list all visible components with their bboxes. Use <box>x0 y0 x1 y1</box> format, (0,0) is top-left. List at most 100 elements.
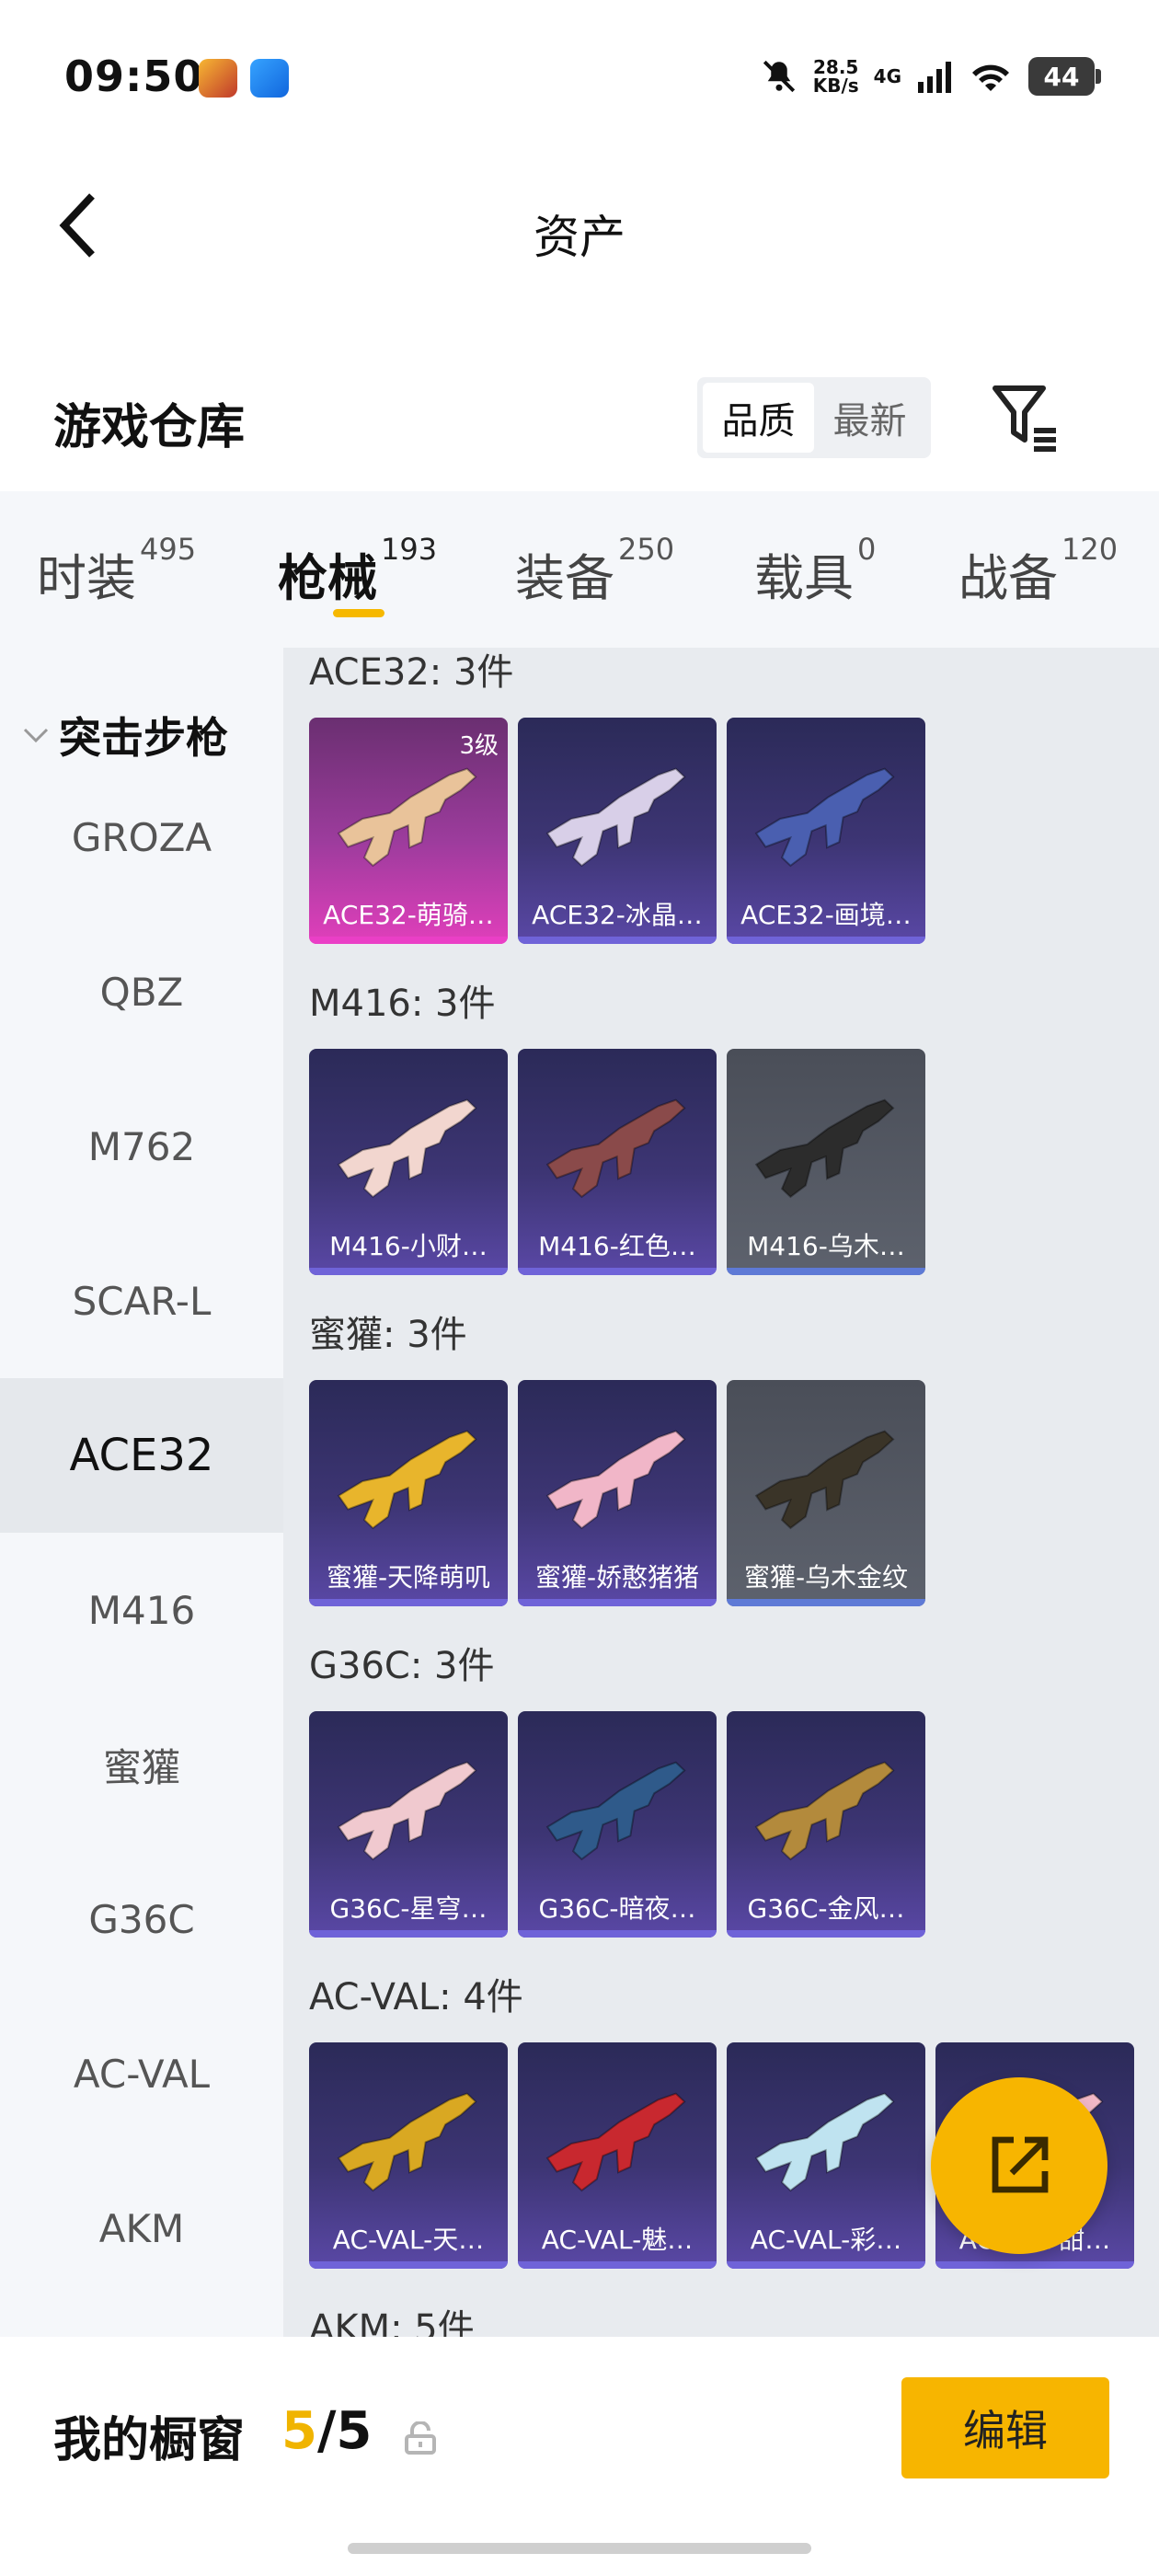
section-title-honey-badger: 蜜獾: 3件 <box>309 1314 467 1356</box>
sidebar-group-label: 突击步枪 <box>59 713 228 763</box>
rarity-strip <box>727 1930 925 1938</box>
sidebar-group-assault-rifles[interactable]: 突击步枪 <box>22 705 228 765</box>
sidebar-item-scar-l[interactable]: SCAR-L <box>0 1224 283 1378</box>
weapon-card-label: G36C-星穹… <box>329 1893 488 1924</box>
weapon-card[interactable]: M416-乌木… <box>727 1049 925 1275</box>
status-bar: 09:50 28.5 KB/s 4G 44 <box>0 0 1159 156</box>
network-speed-value: 28.5 <box>813 56 859 78</box>
sidebar-item-ace32[interactable]: ACE32 <box>0 1378 283 1533</box>
showcase-separator: / <box>316 2401 337 2461</box>
tab-supplies[interactable]: 战备 120 <box>958 532 1118 610</box>
section-title-ac-val: AC-VAL: 4件 <box>309 1976 523 2018</box>
tab-equipment-label: 装备 <box>515 549 614 607</box>
rifle-icon <box>545 767 686 868</box>
tab-equipment-count: 250 <box>618 532 675 567</box>
weapon-card[interactable]: ACE32-画境… <box>727 718 925 944</box>
tab-outfits-count: 495 <box>140 532 197 567</box>
weapon-card[interactable]: 蜜獾-乌木金纹 <box>727 1380 925 1606</box>
rifle-icon <box>754 1430 895 1530</box>
weapon-card[interactable]: G36C-暗夜… <box>518 1711 717 1938</box>
weapon-card-label: G36C-暗夜… <box>538 1893 696 1924</box>
tab-vehicles[interactable]: 载具 0 <box>754 532 876 610</box>
tab-supplies-count: 120 <box>1061 532 1119 567</box>
rarity-strip <box>309 1599 508 1606</box>
weapon-card[interactable]: ACE32-冰晶… <box>518 718 717 944</box>
sidebar-item-akm[interactable]: AKM <box>0 2151 283 2306</box>
weapon-card[interactable]: G36C-星穹… <box>309 1711 508 1938</box>
warehouse-title: 游戏仓库 <box>53 400 246 455</box>
rarity-strip <box>518 2261 717 2269</box>
rarity-strip <box>309 937 508 944</box>
weapon-card-label: 蜜獾-娇憨猪猪 <box>534 1562 700 1593</box>
weapon-card[interactable]: M416-红色… <box>518 1049 717 1275</box>
sidebar-item-g36c[interactable]: G36C <box>0 1842 283 1996</box>
rarity-strip <box>727 1599 925 1606</box>
messenger-app-icon <box>250 59 289 98</box>
mute-bell-icon <box>763 60 795 93</box>
showcase-label: 我的橱窗 <box>53 2413 246 2468</box>
page-title: 资产 <box>534 211 625 264</box>
showcase-total: 5 <box>336 2401 373 2461</box>
section-title-ace32: ACE32: 3件 <box>309 651 514 694</box>
weapon-card-label: AC-VAL-彩… <box>750 2225 902 2255</box>
weapon-card[interactable]: AC-VAL-魅… <box>518 2042 717 2269</box>
tab-supplies-label: 战备 <box>958 549 1058 607</box>
weapon-card-label: ACE32-冰晶… <box>532 900 703 930</box>
tab-weapons[interactable]: 枪械 193 <box>278 532 437 610</box>
rifle-icon <box>337 1761 477 1861</box>
sidebar-item-groza[interactable]: GROZA <box>0 760 283 914</box>
tab-outfits[interactable]: 时装 495 <box>37 532 196 610</box>
share-button[interactable] <box>931 2077 1107 2254</box>
weapon-card-label: M416-乌木… <box>747 1231 905 1261</box>
showcase-bar: 我的橱窗 5/5 编辑 <box>0 2337 1159 2576</box>
rarity-strip <box>727 2261 925 2269</box>
filter-icon <box>993 385 1056 452</box>
battery-level: 44 <box>1043 61 1080 92</box>
battery-icon: 44 <box>1028 57 1101 96</box>
home-indicator[interactable] <box>348 2543 811 2554</box>
rifle-icon <box>337 1098 477 1199</box>
weapon-card-label: M416-小财… <box>329 1231 488 1261</box>
rarity-strip <box>518 1930 717 1938</box>
weapon-card-label: AC-VAL-魅… <box>541 2225 694 2255</box>
weapon-card[interactable]: G36C-金风… <box>727 1711 925 1938</box>
rarity-strip <box>727 937 925 944</box>
rarity-strip <box>935 2261 1134 2269</box>
rifle-icon <box>337 767 477 868</box>
network-speed: 28.5 KB/s <box>813 58 859 95</box>
sort-latest-button[interactable]: 最新 <box>814 383 925 453</box>
status-time: 09:50 <box>64 52 204 101</box>
weapon-card[interactable]: AC-VAL-彩… <box>727 2042 925 2269</box>
tab-equipment[interactable]: 装备 250 <box>515 532 674 610</box>
weapon-card[interactable]: AC-VAL-天… <box>309 2042 508 2269</box>
nav-header: 资产 <box>0 156 1159 294</box>
active-tab-indicator <box>333 609 384 617</box>
weapon-card-label: ACE32-萌骑… <box>323 900 494 930</box>
status-indicators: 28.5 KB/s 4G 44 <box>760 53 1101 99</box>
rifle-icon <box>337 2092 477 2192</box>
chevron-down-icon <box>23 728 49 743</box>
rarity-strip <box>518 937 717 944</box>
sort-quality-button[interactable]: 品质 <box>703 383 814 453</box>
weapon-card[interactable]: M416-小财… <box>309 1049 508 1275</box>
filter-button[interactable] <box>990 381 1060 454</box>
sidebar-item-m762[interactable]: M762 <box>0 1069 283 1224</box>
sidebar-item-qbz[interactable]: QBZ <box>0 914 283 1069</box>
sort-toggle: 品质 最新 <box>697 377 931 458</box>
signal-icon <box>918 62 951 93</box>
weapon-card[interactable]: 蜜獾-娇憨猪猪 <box>518 1380 717 1606</box>
sidebar-item-m416[interactable]: M416 <box>0 1533 283 1687</box>
rifle-icon <box>545 1430 686 1530</box>
weapon-card-label: M416-红色… <box>538 1231 696 1261</box>
weapon-card-label: 蜜獾-天降萌叽 <box>326 1562 491 1593</box>
weapon-card[interactable]: 3级 ACE32-萌骑… <box>309 718 508 944</box>
weapon-card[interactable]: 蜜獾-天降萌叽 <box>309 1380 508 1606</box>
sidebar-item-ac-val[interactable]: AC-VAL <box>0 1996 283 2151</box>
sidebar-item-honey-badger[interactable]: 蜜獾 <box>0 1687 283 1842</box>
tab-weapons-label: 枪械 <box>278 549 377 607</box>
tab-vehicles-count: 0 <box>857 532 877 567</box>
section-title-akm: AKM: 5件 <box>309 2307 475 2337</box>
weapon-card-label: G36C-金风… <box>747 1893 905 1924</box>
edit-button[interactable]: 编辑 <box>901 2377 1109 2478</box>
rifle-icon <box>754 767 895 868</box>
